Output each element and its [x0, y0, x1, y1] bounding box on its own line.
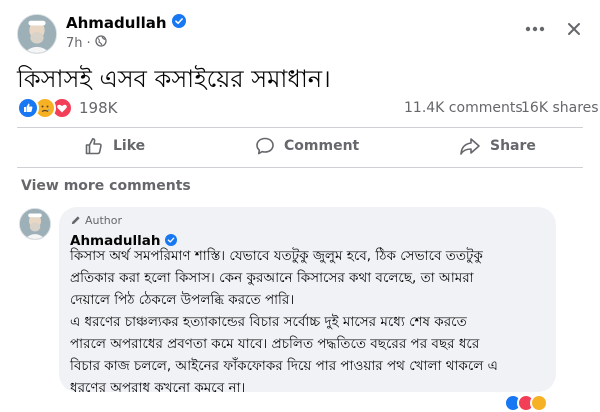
post-text: কিসাসই এসব কসাইয়ের সমাধান। — [17, 65, 331, 93]
thumbs-up-icon — [85, 138, 102, 155]
comment-label: Comment — [284, 138, 360, 154]
reactions-summary[interactable]: 198K — [17, 97, 117, 119]
globe-icon — [95, 35, 107, 51]
actions-divider — [17, 167, 583, 168]
comment-line: এ ধরণের চাঞ্চল্যকর হত্যাকান্ডের বিচার সর… — [70, 314, 467, 330]
care-reaction-icon — [530, 394, 548, 412]
author-badge: Author — [70, 214, 122, 227]
pen-icon — [71, 216, 80, 225]
share-button[interactable]: Share — [459, 135, 536, 157]
author-badge-label: Author — [85, 214, 123, 227]
comment-line: পারলে অপরাধের প্রবণতা কমে যাবে। প্রচলিত … — [70, 336, 480, 352]
comment-line: ধরণের অপরাধ কখনো কমবে না। — [70, 380, 246, 396]
author-avatar[interactable] — [17, 14, 57, 54]
comment-paragraph-2: এ ধরণের চাঞ্চল্যকর হত্যাকান্ডের বিচার সর… — [70, 311, 498, 399]
more-options-button[interactable] — [523, 17, 547, 41]
avatar-image — [18, 15, 56, 53]
post-timestamp[interactable]: 7h — [66, 36, 83, 51]
like-reaction-icon — [17, 97, 39, 119]
commenter-avatar[interactable] — [19, 208, 51, 240]
comment-icon — [256, 137, 274, 155]
reactions-count[interactable]: 198K — [79, 99, 117, 117]
comment-line: বিচার কাজ চললে, আইনের ফাঁকফোকর দিয়ে পার… — [70, 358, 498, 374]
shares-count[interactable]: 16K shares — [521, 100, 599, 116]
meta-separator: · — [86, 35, 91, 51]
comment-line: কিসাস অর্থ সমপরিমাণ শাস্তি। যেভাবে যতটুক… — [70, 248, 483, 264]
comment-line: প্রতিকার করা হলো কিসাস। কেন কুরআনে কিসাস… — [70, 270, 474, 286]
verified-badge-icon — [171, 13, 186, 32]
share-label: Share — [490, 138, 536, 154]
more-horizontal-icon — [525, 26, 545, 32]
share-icon — [460, 138, 480, 155]
close-icon — [568, 23, 580, 35]
author-name[interactable]: Ahmadullah — [66, 14, 167, 32]
view-more-comments-link[interactable]: View more comments — [21, 178, 191, 194]
comments-count[interactable]: 11.4K comments — [404, 100, 523, 116]
comment-paragraph-1: কিসাস অর্থ সমপরিমাণ শাস্তি। যেভাবে যতটুক… — [70, 245, 483, 311]
close-post-button[interactable] — [562, 17, 586, 41]
reactions-divider — [17, 127, 583, 128]
like-button[interactable]: Like — [84, 135, 145, 157]
commenter-avatar-image — [20, 209, 50, 239]
like-label: Like — [113, 138, 146, 154]
comment-button[interactable]: Comment — [255, 135, 359, 157]
comment-line: দেয়ালে পিঠ ঠেকলে উপলব্ধি করতে পারি। — [70, 292, 295, 308]
comment-reactions[interactable] — [504, 394, 548, 412]
